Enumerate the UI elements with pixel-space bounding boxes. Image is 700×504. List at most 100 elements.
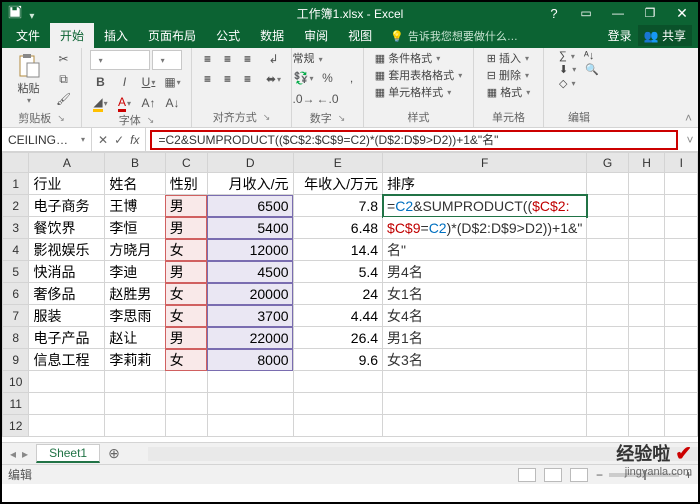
row-header[interactable]: 8 [3, 327, 29, 349]
comma-button[interactable]: , [341, 69, 363, 87]
close-button[interactable]: ✕ [666, 2, 698, 24]
row-header[interactable]: 7 [3, 305, 29, 327]
row-header[interactable]: 9 [3, 349, 29, 371]
cell[interactable]: 信息工程 [29, 349, 105, 371]
format-painter-button[interactable]: 🖌 [53, 90, 75, 108]
tell-me[interactable]: 💡告诉我您想要做什么… [382, 24, 526, 48]
cell[interactable]: 男 [165, 195, 207, 217]
cell[interactable]: 4.44 [293, 305, 383, 327]
insert-cells-button[interactable]: ⊞插入▾ [487, 50, 530, 66]
normal-view-button[interactable] [518, 468, 536, 482]
cell[interactable]: 26.4 [293, 327, 383, 349]
save-icon[interactable] [8, 5, 22, 19]
dialog-launcher-icon[interactable]: ↘ [338, 113, 346, 124]
worksheet[interactable]: ABCDEFGHI1 行业 姓名 性别 月收入/元 年收入/万元 排序2电子商务… [2, 152, 698, 442]
cell[interactable]: 奢侈品 [29, 283, 105, 305]
cell[interactable]: 王博 [105, 195, 165, 217]
border-button[interactable]: ▦▾ [162, 73, 184, 91]
tab-review[interactable]: 审阅 [294, 23, 338, 48]
cell[interactable]: 8000 [207, 349, 293, 371]
ribbon-display-button[interactable]: ▭ [570, 2, 602, 24]
cell[interactable]: 女3名 [383, 349, 587, 371]
bold-button[interactable]: B [90, 73, 112, 91]
cell[interactable]: 年收入/万元 [293, 173, 383, 195]
cell[interactable]: 5400 [207, 217, 293, 239]
tab-formulas[interactable]: 公式 [206, 23, 250, 48]
cell[interactable]: 6.48 [293, 217, 383, 239]
minimize-button[interactable]: — [602, 2, 634, 24]
cell[interactable]: 14.4 [293, 239, 383, 261]
col-header-corner[interactable] [3, 153, 29, 173]
clear-button[interactable]: ◇▾ [559, 77, 599, 90]
cell[interactable]: 排序 [383, 173, 587, 195]
cell[interactable]: 6500 [207, 195, 293, 217]
qat-dropdown-icon[interactable]: ▾ [29, 11, 34, 22]
prev-sheet-icon[interactable]: ◂ [10, 447, 16, 461]
cell[interactable]: 男4名 [383, 261, 587, 283]
cell[interactable]: 女 [165, 305, 207, 327]
dialog-launcher-icon[interactable]: ↘ [57, 113, 65, 124]
font-size-box[interactable]: ▾ [152, 50, 182, 70]
cell[interactable]: 餐饮界 [29, 217, 105, 239]
row-header[interactable]: 11 [3, 393, 29, 415]
cell[interactable]: 月收入/元 [207, 173, 293, 195]
share-button[interactable]: 👥 共享 [638, 25, 692, 46]
row-header[interactable]: 2 [3, 195, 29, 217]
cell[interactable]: 男 [165, 327, 207, 349]
add-sheet-button[interactable]: ⊕ [100, 445, 128, 462]
col-header-I[interactable]: I [665, 153, 698, 173]
cell[interactable]: 男1名 [383, 327, 587, 349]
cell[interactable]: 9.6 [293, 349, 383, 371]
col-header-D[interactable]: D [207, 153, 293, 173]
cell[interactable]: 李思雨 [105, 305, 165, 327]
cell[interactable]: 名" [383, 239, 587, 261]
cell[interactable]: 行业 [29, 173, 105, 195]
insert-function-button[interactable]: fx [130, 133, 139, 147]
login-link[interactable]: 登录 [608, 27, 632, 44]
number-format-box[interactable]: 常规 ▾ [293, 50, 351, 66]
cell[interactable]: 7.8 [293, 195, 383, 217]
wrap-text-button[interactable]: ↲ [263, 50, 285, 68]
row-header[interactable]: 5 [3, 261, 29, 283]
cell[interactable]: 赵胜男 [105, 283, 165, 305]
col-header-E[interactable]: E [293, 153, 383, 173]
name-box[interactable]: CEILING…▾ [2, 128, 92, 151]
cell[interactable]: 20000 [207, 283, 293, 305]
cell[interactable]: 女4名 [383, 305, 587, 327]
autosum-button[interactable]: ∑▾ ᴬ↓ [559, 50, 599, 62]
cell[interactable]: 电子产品 [29, 327, 105, 349]
tab-file[interactable]: 文件 [6, 23, 50, 48]
format-cells-button[interactable]: ▦格式▾ [487, 84, 530, 100]
alignment-grid[interactable]: ≡≡≡ ≡≡≡ [199, 50, 257, 88]
row-header[interactable]: 10 [3, 371, 29, 393]
cell[interactable]: 女 [165, 239, 207, 261]
delete-cells-button[interactable]: ⊟删除▾ [487, 67, 530, 83]
cell[interactable]: 女 [165, 283, 207, 305]
fill-button[interactable]: ⬇▾ 🔍 [559, 63, 599, 76]
cell[interactable]: 男 [165, 217, 207, 239]
font-name-box[interactable]: ▾ [90, 50, 150, 70]
cell[interactable]: 服装 [29, 305, 105, 327]
next-sheet-icon[interactable]: ▸ [22, 447, 28, 461]
expand-formula-bar-icon[interactable]: ˅ [682, 133, 698, 147]
conditional-format-button[interactable]: ▦条件格式▾ [375, 50, 462, 66]
cell-styles-button[interactable]: ▦单元格样式▾ [375, 84, 462, 100]
cell[interactable]: 姓名 [105, 173, 165, 195]
cell[interactable]: 电子商务 [29, 195, 105, 217]
percent-button[interactable]: % [317, 69, 339, 87]
col-header-C[interactable]: C [165, 153, 207, 173]
col-header-G[interactable]: G [587, 153, 628, 173]
tab-data[interactable]: 数据 [250, 23, 294, 48]
cell[interactable]: 12000 [207, 239, 293, 261]
cell[interactable]: 5.4 [293, 261, 383, 283]
cut-button[interactable]: ✂ [53, 50, 75, 68]
cell[interactable]: =C2&SUMPRODUCT(($C$2: [383, 195, 587, 217]
cell[interactable]: 方晓月 [105, 239, 165, 261]
formula-bar[interactable]: =C2&SUMPRODUCT(($C$2:$C$9=C2)*(D$2:D$9>D… [150, 130, 678, 150]
cell[interactable]: 4500 [207, 261, 293, 283]
dialog-launcher-icon[interactable]: ↘ [147, 115, 155, 126]
row-header[interactable]: 6 [3, 283, 29, 305]
merge-button[interactable]: ⬌▾ [263, 70, 285, 88]
row-header[interactable]: 4 [3, 239, 29, 261]
row-header[interactable]: 3 [3, 217, 29, 239]
